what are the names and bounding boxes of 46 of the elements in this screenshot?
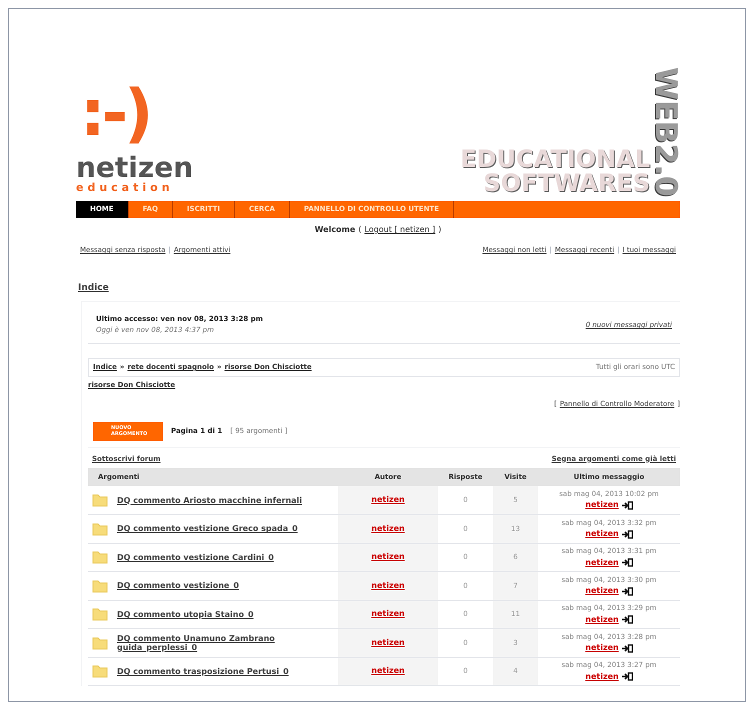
index-link[interactable]: Indice [78, 282, 680, 295]
bracket: ( [358, 224, 362, 236]
go-to-post-icon [622, 530, 633, 538]
topic-link[interactable]: DQ commento vestizione Cardini_0 [117, 552, 322, 562]
topic-link[interactable]: DQ commento trasposizione Pertusi_0 [117, 666, 322, 676]
folder-icon [92, 636, 108, 650]
banner-text: SOFTWARES [483, 171, 650, 195]
author-link[interactable]: netizen [585, 614, 619, 626]
author-link[interactable]: netizen [371, 552, 405, 562]
go-to-post-icon [622, 644, 633, 652]
go-to-post-icon [622, 586, 633, 596]
author-link[interactable]: netizen [371, 638, 405, 647]
logo-smiley: :-) [80, 82, 150, 146]
logout-link[interactable]: Logout [ netizen ] [364, 224, 436, 236]
author-link[interactable]: netizen [371, 666, 405, 676]
folder-icon [92, 522, 108, 536]
topic-link[interactable]: DQ commento Unamuno Zambrano guida_perplessi_0 [117, 634, 322, 652]
topic-link[interactable]: DQ commento vestizione Greco spada_0 [117, 524, 322, 534]
author-link[interactable]: netizen [371, 580, 405, 590]
author-link[interactable]: netizen [371, 609, 405, 618]
author-link[interactable]: netizen [585, 528, 619, 540]
author-link[interactable]: netizen [371, 495, 405, 504]
go-to-post-icon [622, 615, 633, 624]
author-link[interactable]: netizen [585, 556, 619, 568]
go-to-post-icon [622, 500, 633, 510]
author-link[interactable]: netizen [371, 524, 405, 533]
folder-icon [92, 607, 108, 622]
folder-icon [92, 578, 108, 593]
folder-icon [92, 493, 108, 507]
topic-link[interactable]: DQ commento utopia Staino_0 [117, 610, 322, 619]
folder-icon [92, 664, 108, 678]
go-to-post-icon [622, 558, 633, 567]
banner-vertical-text: WEB2.0 [650, 67, 680, 197]
author-link[interactable]: netizen [585, 499, 619, 512]
author-link[interactable]: netizen [585, 642, 619, 654]
go-to-post-icon [622, 672, 633, 681]
author-link[interactable]: netizen [585, 585, 619, 597]
banner-text: EDUCATIONAL [460, 147, 650, 171]
logo-tagline: education [76, 182, 175, 193]
topic-link[interactable]: DQ commento vestizione_0 [117, 581, 322, 590]
author-link[interactable]: netizen [585, 670, 619, 682]
topic-link[interactable]: DQ commento Ariosto macchine infernali [117, 496, 322, 504]
logo-name: netizen [76, 154, 194, 182]
bracket: ) [438, 224, 442, 236]
welcome-label: Welcome [314, 224, 356, 236]
folder-icon [92, 550, 108, 564]
